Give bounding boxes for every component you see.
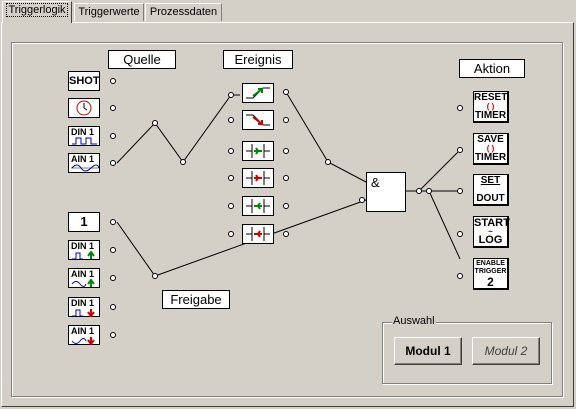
and-gate[interactable]: & — [366, 172, 406, 212]
save-timer-action[interactable]: SAVE( ) TIMER — [473, 133, 509, 165]
modul1-button[interactable]: Modul 1 — [394, 337, 462, 365]
one-label: 1 — [80, 214, 88, 229]
and-label: & — [371, 175, 380, 190]
window-exit-green-event[interactable] — [242, 196, 274, 216]
reset-timer-action[interactable]: RESET( ) TIMER — [473, 91, 509, 123]
falling-edge-icon — [246, 114, 270, 126]
window-exit-red-icon — [246, 227, 270, 241]
ereignis-label: Ereignis — [223, 50, 293, 69]
shot-icon[interactable]: SHOT — [68, 71, 100, 91]
timer-glyph: ( ) — [486, 102, 495, 111]
modul2-button[interactable]: Modul 2 — [472, 337, 540, 365]
ain-up-glyph — [71, 279, 95, 287]
window-enter-red-icon — [246, 171, 270, 185]
rising-edge-event[interactable] — [242, 83, 274, 103]
rising-edge-icon — [246, 87, 270, 99]
enable-trigger-action[interactable]: ENABLE TRIGGER 2 — [473, 258, 509, 290]
set-line1: SET — [480, 175, 501, 186]
set-dout-action[interactable]: SET DOUT — [473, 174, 509, 206]
set-line2: DOUT — [476, 193, 505, 204]
ain1-up-label: AIN 1 — [71, 269, 95, 279]
timer-glyph: ( ) — [486, 144, 495, 153]
reset-line2: TIMER — [474, 110, 507, 121]
window-enter-green-icon — [246, 144, 270, 158]
din-up-glyph — [72, 251, 95, 260]
window-enter-red-event[interactable] — [242, 168, 274, 188]
start-line2: LOG — [478, 234, 503, 246]
auswahl-title: Auswahl — [392, 315, 436, 327]
tab-triggerlogik[interactable]: Triggerlogik — [2, 1, 72, 23]
one-icon[interactable]: 1 — [68, 212, 100, 232]
din-down-glyph — [72, 309, 95, 317]
din1-label: DIN 1 — [71, 127, 95, 137]
ain1-up-icon[interactable]: AIN 1 — [68, 268, 100, 288]
din1-up-icon[interactable]: DIN 1 — [68, 240, 100, 260]
window-exit-green-icon — [246, 199, 270, 213]
clock-icon[interactable] — [68, 98, 100, 118]
save-line2: TIMER — [474, 152, 507, 163]
din1-down-icon[interactable]: DIN 1 — [68, 297, 100, 317]
ain1-down-label: AIN 1 — [71, 326, 95, 336]
window-enter-green-event[interactable] — [242, 141, 274, 161]
window-exit-red-event[interactable] — [242, 224, 274, 244]
ain1-label: AIN 1 — [71, 154, 95, 164]
square-wave-glyph — [72, 137, 97, 145]
ain1-wave-icon[interactable]: AIN 1 — [68, 153, 100, 173]
aktion-label: Aktion — [459, 59, 525, 78]
start-log-action[interactable]: START ~ LOG — [473, 216, 510, 248]
falling-edge-event[interactable] — [242, 110, 274, 130]
freigabe-label: Freigabe — [162, 290, 230, 309]
din1-wave-icon[interactable]: DIN 1 — [68, 126, 100, 146]
din1-down-label: DIN 1 — [71, 298, 95, 308]
shot-label: SHOT — [69, 75, 100, 87]
quelle-label: Quelle — [108, 50, 176, 69]
enable-line2: 2 — [487, 275, 494, 289]
tab-label: Triggerlogik — [6, 3, 68, 17]
ain-down-glyph — [71, 337, 95, 345]
ain1-down-icon[interactable]: AIN 1 — [68, 325, 100, 345]
clock-glyph — [76, 100, 92, 116]
sine-wave-glyph — [71, 164, 99, 172]
din1-up-label: DIN 1 — [71, 241, 95, 251]
enable-line1: ENABLE TRIGGER — [474, 260, 507, 275]
